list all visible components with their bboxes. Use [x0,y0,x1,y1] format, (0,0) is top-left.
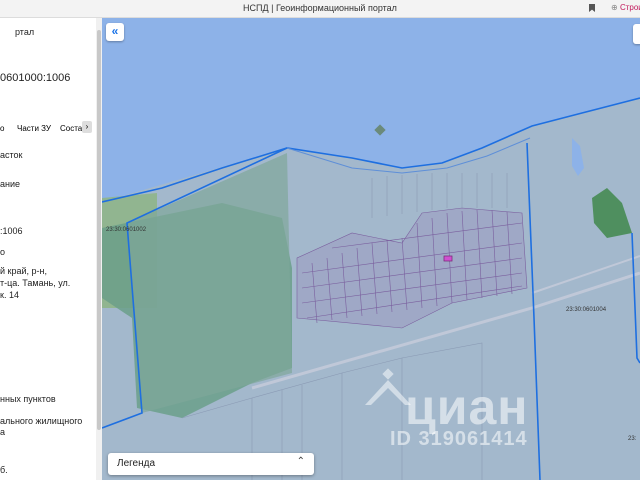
quarter-label-west: 23:30:0601002 [106,227,147,233]
field-fragment: о [0,247,6,257]
tab-parts[interactable]: Части ЗУ [17,124,51,133]
address-line-2: т-ца. Тамань, ул. [0,278,71,288]
quarter-label-edge: 23: [628,436,637,442]
info-panel: ртал 0601000:1006 о Части ЗУ Состав › ас… [0,18,96,480]
build-route-link[interactable]: ⊕ Строи [611,3,640,12]
land-category: нных пунктов [0,394,56,404]
page-title: НСПД | Геоинформационный портал [243,3,397,13]
chevron-updown-icon: ⌃ [296,456,305,467]
address-line-1: й край, р-н, [0,266,47,276]
address-line-3: к. 14 [0,290,19,300]
collapse-panel-button[interactable]: « [106,23,124,41]
bookmark-icon[interactable] [589,4,595,12]
cadastral-number: 0601000:1006 [0,72,71,84]
quarter-label-east: 23:30:0601004 [566,307,607,313]
selected-parcel [443,255,453,262]
tab-main[interactable]: о [0,124,4,133]
map-marker [374,124,386,136]
tabs-scroll-right-button[interactable]: › [82,121,92,133]
legend-label: Легенда [117,458,156,469]
permitted-use-line-1: ального жилищного [0,416,83,426]
build-route-label: Строи [619,3,640,12]
panel-header: ртал [15,27,35,37]
watermark-id: ID 319061414 [390,428,528,450]
object-type: асток [0,150,23,160]
panel-scroll-thumb[interactable] [97,30,101,430]
cadastral-short: :1006 [0,226,23,236]
browser-topbar: НСПД | Геоинформационный портал ⊕ Строи [0,0,640,18]
object-name: ание [0,179,21,189]
panel-bottom-text: б. [0,465,8,475]
permitted-use-line-2: а [0,427,6,437]
route-icon: ⊕ [611,3,620,12]
legend-dropdown[interactable]: Легенда ⌃ [108,453,314,475]
map-tools-button[interactable] [633,24,640,44]
double-chevron-left-icon: « [111,24,119,38]
